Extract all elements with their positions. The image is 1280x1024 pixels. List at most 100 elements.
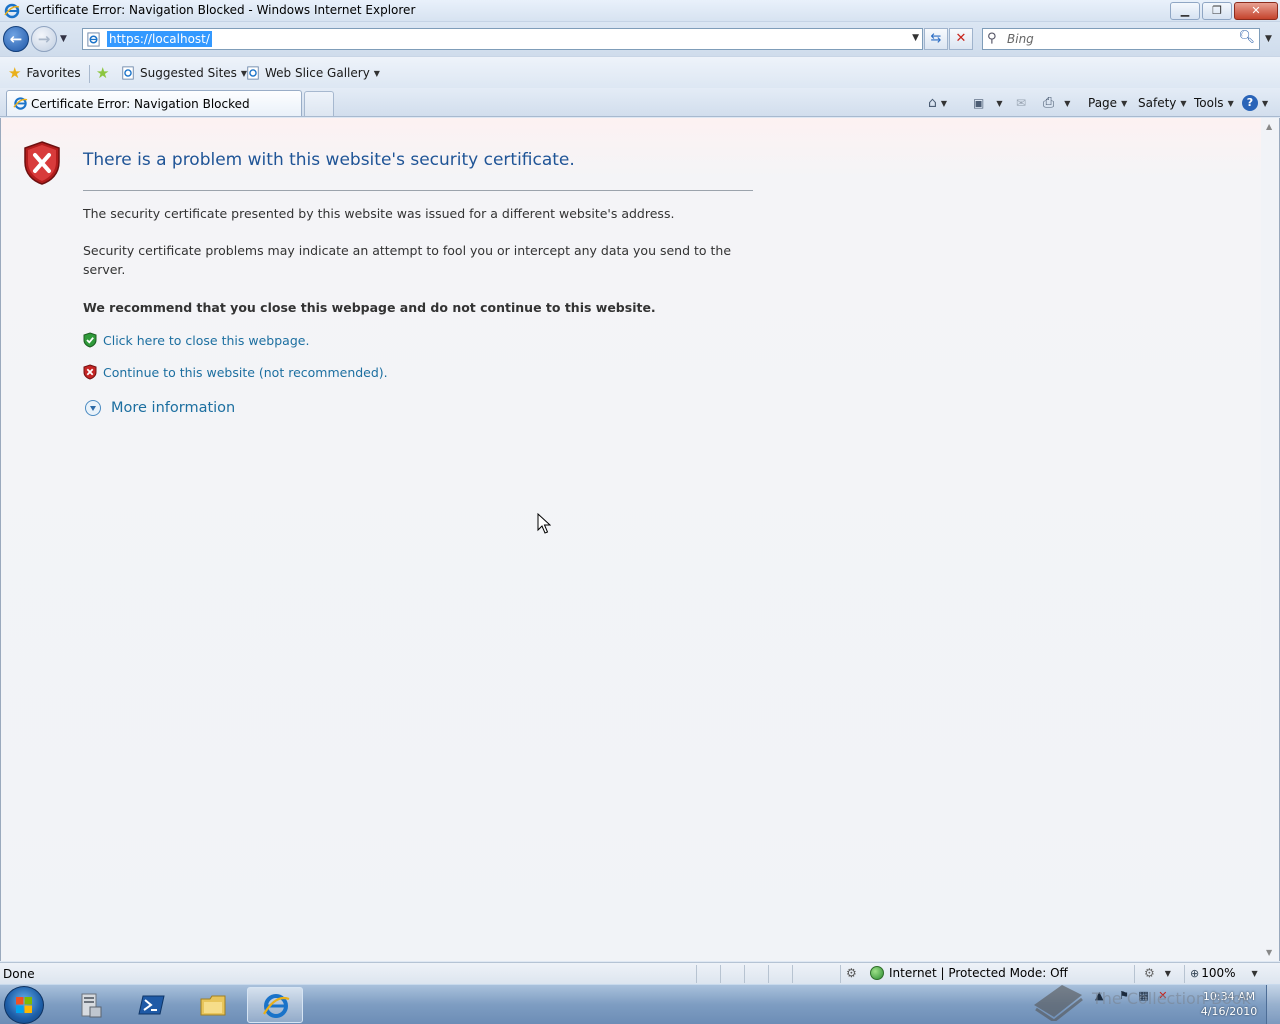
- status-text: Done: [3, 967, 35, 981]
- chevron-down-icon: ▼: [1064, 98, 1071, 108]
- page-icon: [87, 32, 100, 47]
- mail-icon: ✉: [1016, 96, 1027, 110]
- status-separator: [696, 965, 697, 983]
- refresh-icon: ⇆: [930, 31, 942, 46]
- chevron-down-icon: ▼: [1262, 98, 1269, 108]
- tab-label: Certificate Error: Navigation Blocked: [31, 97, 250, 111]
- address-bar[interactable]: https://localhost/ ▼: [82, 28, 923, 50]
- url-text[interactable]: https://localhost/: [107, 31, 212, 47]
- chevron-down-icon: ▼: [1227, 98, 1234, 108]
- page-menu-button[interactable]: Page ▼: [1088, 94, 1127, 112]
- vertical-scrollbar[interactable]: ▲ ▼: [1261, 118, 1279, 961]
- status-separator: [768, 965, 769, 983]
- search-input[interactable]: Bing: [1007, 32, 1034, 46]
- new-tab-button[interactable]: [304, 91, 334, 116]
- page-content: There is a problem with this website's s…: [0, 118, 1280, 961]
- chevron-down-icon: ▼: [1180, 98, 1187, 108]
- forward-arrow-icon: →: [37, 30, 51, 48]
- rss-feed-icon: ▣: [973, 96, 985, 110]
- ie-page-icon: [247, 66, 259, 80]
- web-slice-gallery-label: Web Slice Gallery: [265, 66, 370, 80]
- internet-explorer-icon: [263, 994, 290, 1018]
- scroll-down-icon[interactable]: ▼: [1266, 948, 1272, 957]
- more-information-toggle[interactable]: More information: [85, 400, 235, 416]
- suggested-sites-label: Suggested Sites: [140, 66, 237, 80]
- title-divider: [83, 190, 753, 191]
- address-dropdown-icon[interactable]: ▼: [912, 33, 919, 43]
- back-button[interactable]: ←: [3, 26, 29, 52]
- taskbar-server-manager[interactable]: [62, 987, 118, 1023]
- watermark-text: The Collection Book: [1092, 989, 1251, 1008]
- refresh-button[interactable]: ⇆: [924, 28, 948, 50]
- minimize-button[interactable]: ▁: [1170, 2, 1200, 20]
- status-separator: [744, 965, 745, 983]
- close-webpage-label[interactable]: Click here to close this webpage.: [103, 333, 309, 348]
- printer-icon: ⎙: [1043, 95, 1055, 111]
- window-title: Certificate Error: Navigation Blocked - …: [26, 3, 416, 17]
- recommendation-text: We recommend that you close this webpage…: [83, 300, 656, 315]
- help-button[interactable]: ? ▼: [1242, 94, 1268, 112]
- taskbar-windows-explorer[interactable]: [185, 987, 241, 1023]
- window-titlebar[interactable]: Certificate Error: Navigation Blocked - …: [0, 0, 1280, 22]
- favorites-label: Favorites: [26, 66, 81, 80]
- scroll-up-icon[interactable]: ▲: [1266, 122, 1272, 131]
- chevron-down-icon: ▼: [996, 98, 1003, 108]
- add-to-favorites-bar-button[interactable]: ★: [96, 63, 114, 83]
- status-separator: [792, 965, 793, 983]
- search-go-icon[interactable]: 🔍︎: [1238, 30, 1255, 45]
- close-icon: ✕: [1251, 4, 1261, 17]
- green-shield-icon: [83, 332, 97, 348]
- home-button[interactable]: ⌂ ▼: [928, 94, 947, 112]
- web-slice-gallery-button[interactable]: Web Slice Gallery ▼: [246, 63, 380, 83]
- red-shield-icon: [83, 364, 97, 380]
- favorites-button[interactable]: ★ Favorites: [8, 63, 81, 83]
- forward-button[interactable]: →: [31, 26, 57, 52]
- restore-button[interactable]: ❐: [1202, 2, 1232, 20]
- server-manager-icon: [81, 993, 102, 1018]
- taskbar-internet-explorer[interactable]: [247, 987, 303, 1023]
- help-icon: ?: [1242, 95, 1258, 111]
- close-window-button[interactable]: ✕: [1234, 2, 1278, 20]
- powershell-icon: [138, 995, 165, 1015]
- restore-icon: ❐: [1212, 4, 1222, 17]
- print-button[interactable]: ⎙ ▼: [1043, 94, 1070, 112]
- search-box[interactable]: ⚲ Bing 🔍︎: [982, 28, 1260, 50]
- feeds-button[interactable]: ▣ ▼: [973, 94, 1003, 112]
- status-separator: [720, 965, 721, 983]
- tab-certificate-error[interactable]: Certificate Error: Navigation Blocked: [6, 90, 302, 116]
- protected-mode-icon[interactable]: ⚙: [846, 966, 857, 980]
- favorites-bar: ★ Favorites ★ Suggested Sites ▼ Web Slic…: [0, 56, 1280, 88]
- suggested-sites-button[interactable]: Suggested Sites ▼: [121, 63, 247, 83]
- page-title: There is a problem with this website's s…: [83, 150, 575, 170]
- safety-menu-button[interactable]: Safety ▼: [1138, 94, 1187, 112]
- folder-icon: [200, 995, 226, 1016]
- search-options-dropdown[interactable]: ▼: [1265, 34, 1272, 44]
- add-favorite-icon: ★: [96, 64, 110, 82]
- status-separator: [840, 965, 841, 983]
- windows-logo-icon: [16, 997, 32, 1013]
- more-information-label: More information: [111, 400, 236, 416]
- chevron-down-icon: ▼: [1121, 98, 1128, 108]
- tools-menu-label: Tools: [1194, 96, 1224, 110]
- recent-pages-dropdown[interactable]: ▼: [60, 34, 67, 44]
- ie-page-icon: [122, 66, 134, 80]
- taskbar-powershell[interactable]: [124, 987, 180, 1023]
- security-warning-text: Security certificate problems may indica…: [83, 243, 732, 277]
- stop-button[interactable]: ✕: [949, 28, 973, 50]
- continue-website-label[interactable]: Continue to this website (not recommende…: [103, 365, 388, 380]
- start-button[interactable]: [4, 986, 44, 1024]
- search-provider-icon: ⚲: [987, 31, 997, 46]
- chevron-down-icon: ▼: [940, 98, 948, 108]
- chevron-down-circle-icon: [85, 400, 101, 416]
- favorites-separator: [89, 65, 90, 83]
- mouse-cursor-icon: [537, 513, 551, 534]
- read-mail-button[interactable]: ✉: [1016, 94, 1026, 112]
- address-toolbar: ← → ▼ https://localhost/ ▼ ⇆ ✕ ⚲ Bing 🔍︎…: [0, 22, 1280, 56]
- page-menu-label: Page: [1088, 96, 1118, 110]
- tools-menu-button[interactable]: Tools ▼: [1194, 94, 1234, 112]
- close-webpage-link[interactable]: Click here to close this webpage.: [83, 332, 309, 348]
- certificate-mismatch-text: The security certificate presented by th…: [83, 206, 675, 221]
- chevron-down-icon: ▼: [373, 68, 380, 78]
- continue-website-link[interactable]: Continue to this website (not recommende…: [83, 364, 388, 380]
- back-arrow-icon: ←: [9, 30, 23, 48]
